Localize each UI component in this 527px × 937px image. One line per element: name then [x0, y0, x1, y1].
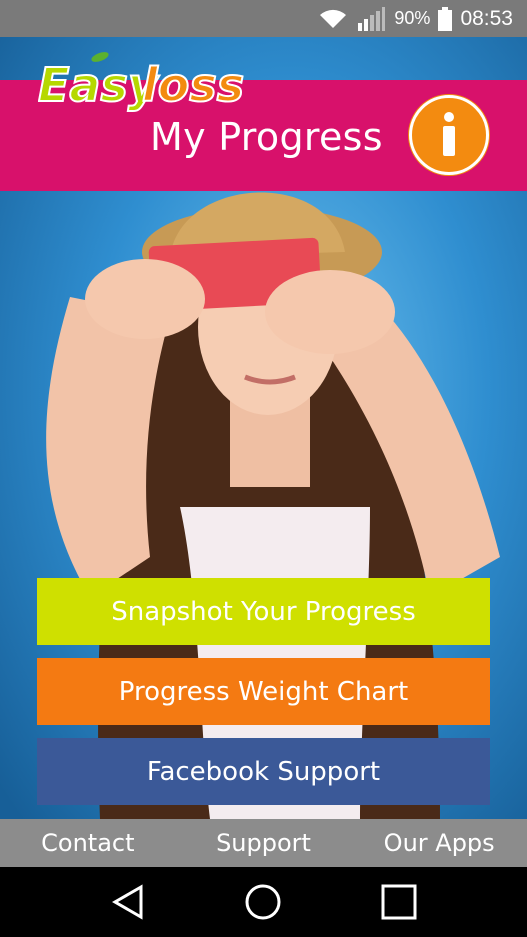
- main-screen: Easy loss My Progress Snapshot Your Prog…: [0, 37, 527, 819]
- recents-icon: [381, 884, 417, 920]
- tab-contact[interactable]: Contact: [0, 829, 176, 857]
- snapshot-progress-button[interactable]: Snapshot Your Progress: [37, 578, 490, 645]
- battery-percent: 90%: [394, 8, 431, 28]
- wifi-icon: [318, 8, 348, 30]
- back-button[interactable]: [103, 877, 153, 927]
- page-title: My Progress: [150, 115, 383, 159]
- info-button[interactable]: [409, 95, 489, 175]
- recents-button[interactable]: [374, 877, 424, 927]
- bottom-tab-bar: Contact Support Our Apps: [0, 819, 527, 867]
- tab-support[interactable]: Support: [176, 829, 352, 857]
- progress-weight-chart-button[interactable]: Progress Weight Chart: [37, 658, 490, 725]
- signal-icon: [356, 6, 386, 31]
- tab-our-apps[interactable]: Our Apps: [351, 829, 527, 857]
- home-button[interactable]: [238, 877, 288, 927]
- facebook-support-button[interactable]: Facebook Support: [37, 738, 490, 805]
- home-icon: [245, 884, 281, 920]
- easyloss-logo: Easy loss: [38, 52, 245, 113]
- battery-icon: [438, 6, 453, 31]
- status-time: 08:53: [460, 6, 513, 30]
- info-icon: [443, 112, 455, 156]
- back-icon: [111, 884, 143, 920]
- status-bar: 90% 08:53: [0, 0, 527, 37]
- system-nav-bar: [0, 867, 527, 937]
- svg-text:loss: loss: [142, 58, 244, 112]
